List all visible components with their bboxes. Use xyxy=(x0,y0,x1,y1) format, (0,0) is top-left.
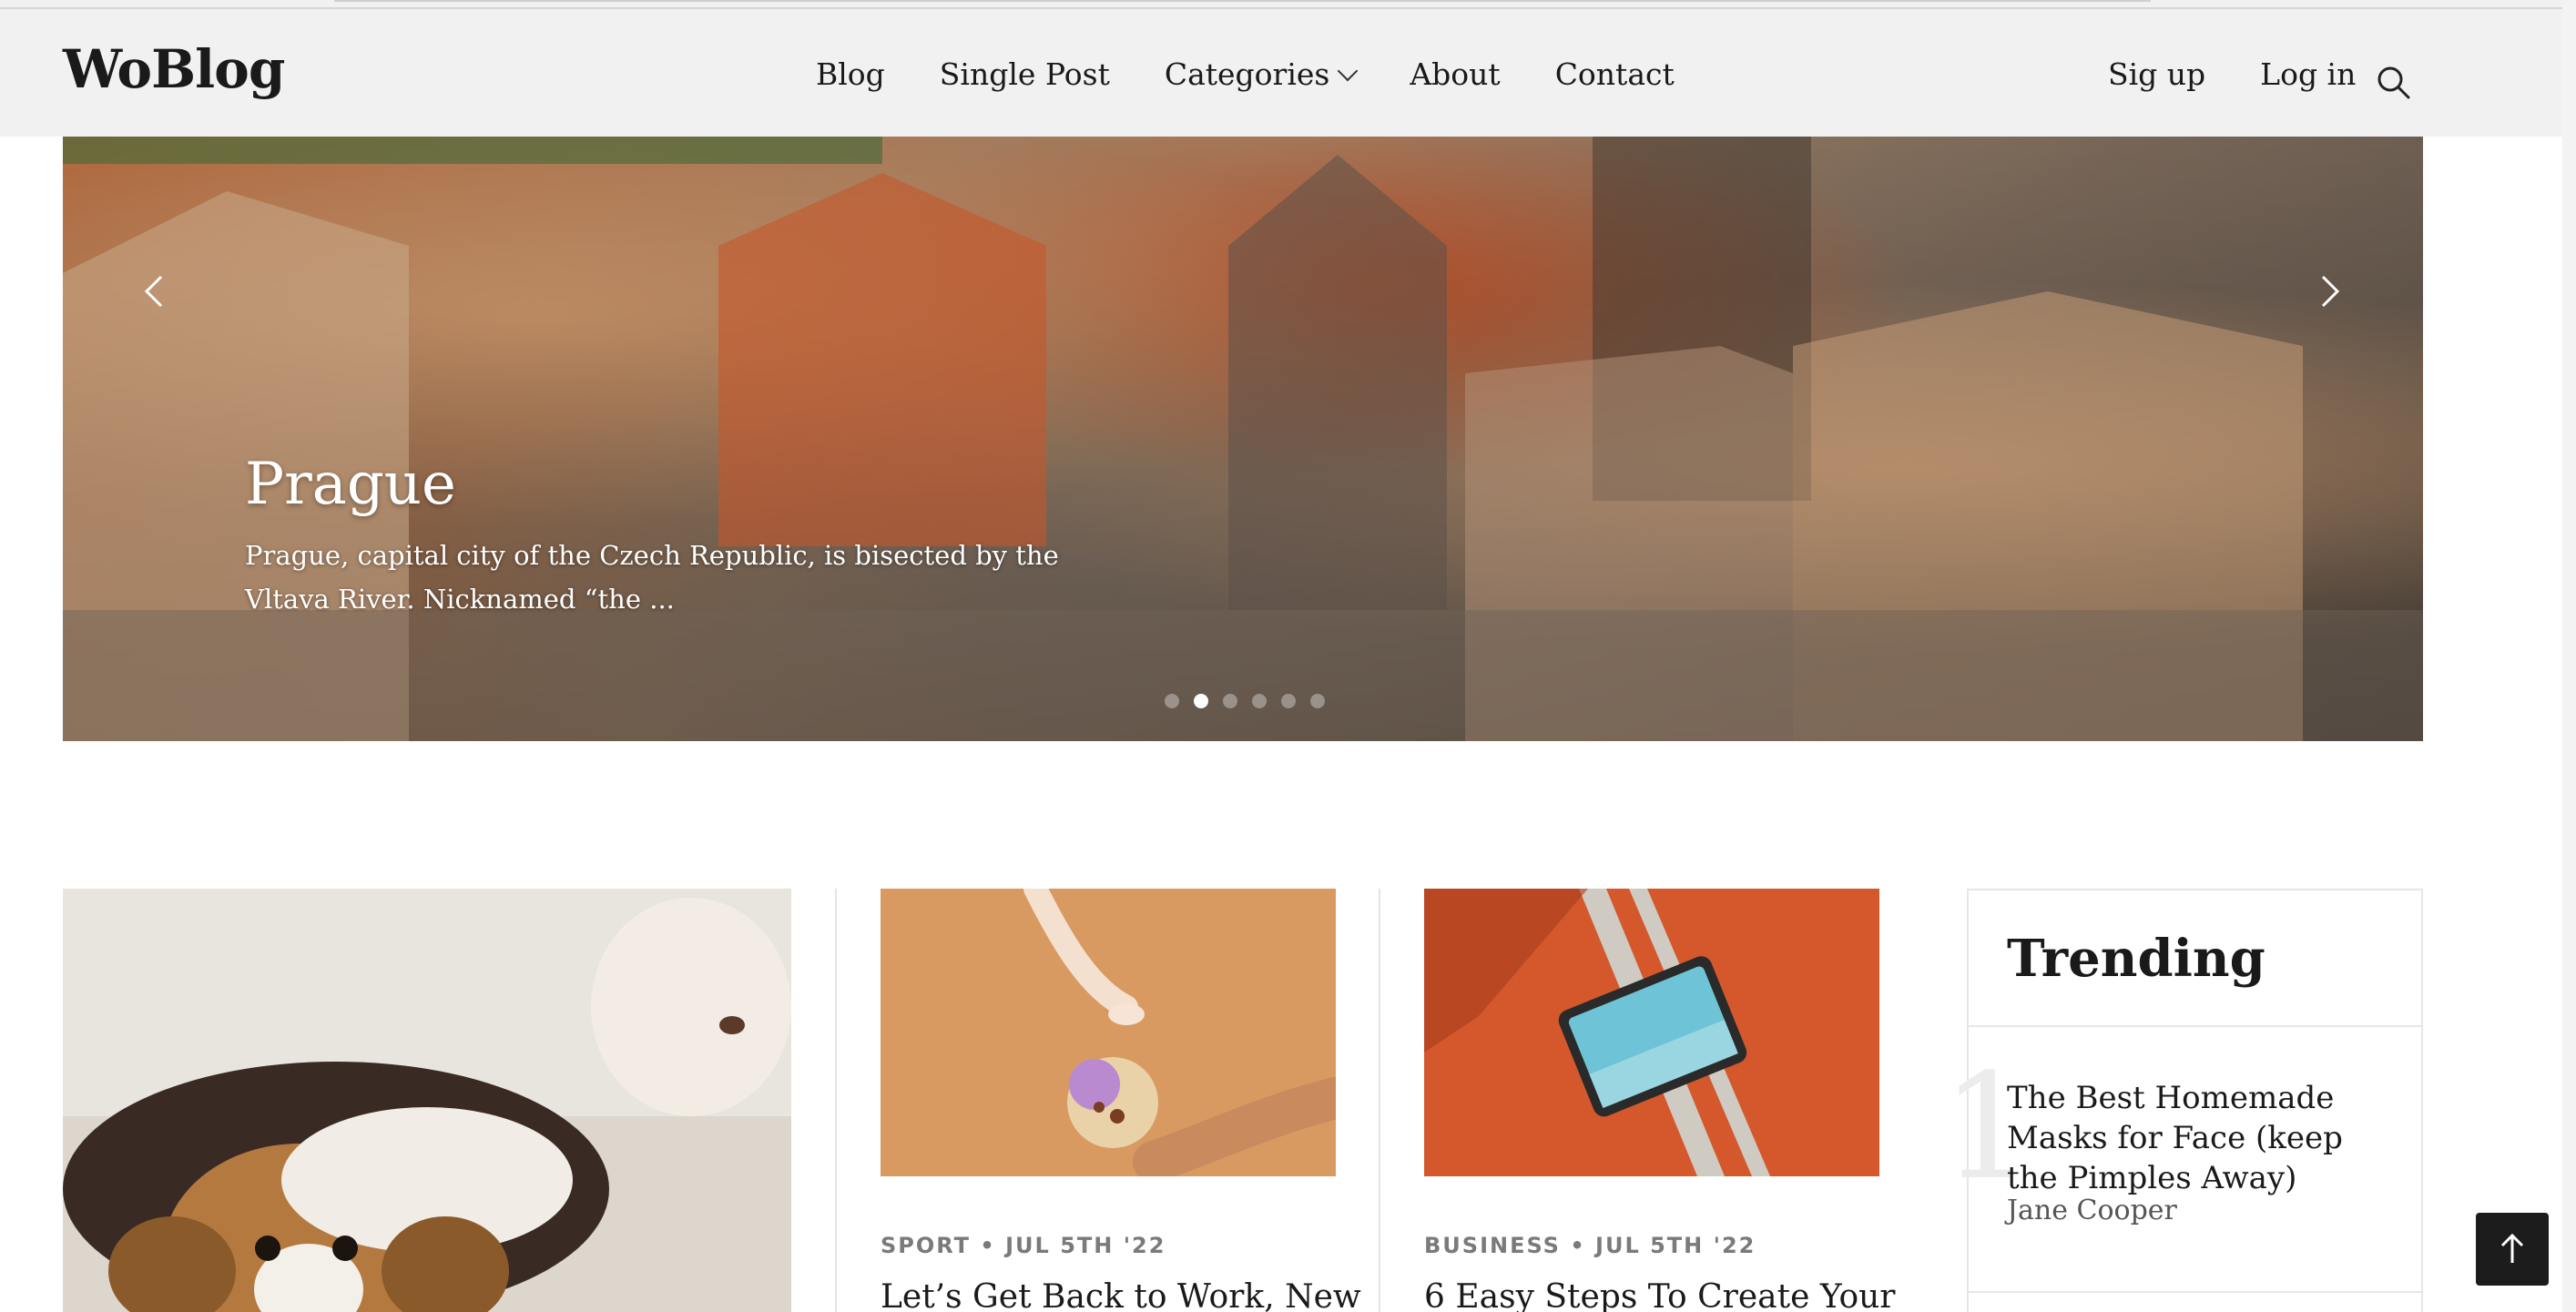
nav-about[interactable]: About xyxy=(1410,56,1500,92)
nav-contact[interactable]: Contact xyxy=(1555,56,1675,92)
hero-image xyxy=(63,137,2423,741)
post-title[interactable]: Let’s Get Back to Work, New xyxy=(881,1278,1361,1312)
back-to-top-button[interactable] xyxy=(2476,1213,2549,1286)
cupcake-illustration xyxy=(881,889,1336,1176)
main-nav: Blog Single Post Categories About Contac… xyxy=(816,56,1675,92)
post-date: JUL 5TH '22 xyxy=(1595,1233,1756,1258)
post-date: JUL 5TH '22 xyxy=(1005,1233,1166,1258)
slider-dot[interactable] xyxy=(1310,694,1325,708)
trending-widget: Trending 1 The Best Homemade Masks for F… xyxy=(1941,889,2423,1312)
auth-links: Sig up Log in xyxy=(2108,56,2356,92)
signup-link[interactable]: Sig up xyxy=(2108,56,2205,92)
slider-dot[interactable] xyxy=(1223,694,1237,708)
card-divider xyxy=(1379,889,1380,1312)
post-title[interactable]: 6 Easy Steps To Create Your xyxy=(1424,1278,1896,1312)
nav-categories-label: Categories xyxy=(1164,56,1330,92)
nav-single-post[interactable]: Single Post xyxy=(940,56,1110,92)
meta-separator: • xyxy=(980,1233,1006,1258)
slider-dot[interactable] xyxy=(1252,694,1267,708)
trending-item-author[interactable]: Jane Cooper xyxy=(2007,1195,2177,1226)
trending-divider xyxy=(1969,1291,2421,1293)
slider-dots xyxy=(1165,694,1325,708)
meta-separator: • xyxy=(1570,1233,1596,1258)
search-icon[interactable] xyxy=(2375,64,2411,100)
post-image-puppy[interactable] xyxy=(63,889,791,1312)
trending-item-title[interactable]: The Best Homemade Masks for Face (keep t… xyxy=(2007,1078,2398,1198)
slider-dot-active[interactable] xyxy=(1194,694,1208,708)
nav-blog[interactable]: Blog xyxy=(816,56,885,92)
slider-dot[interactable] xyxy=(1165,694,1179,708)
slider-dot[interactable] xyxy=(1281,694,1296,708)
post-category[interactable]: SPORT xyxy=(881,1233,971,1258)
site-logo[interactable]: WoBlog xyxy=(63,38,285,100)
post-image-cupcake[interactable] xyxy=(881,889,1336,1176)
trending-title: Trending xyxy=(2007,929,2265,989)
arrow-up-icon xyxy=(2500,1233,2524,1263)
login-link[interactable]: Log in xyxy=(2260,56,2356,92)
post-image-tablet[interactable] xyxy=(1424,889,1879,1176)
post-meta: BUSINESS • JUL 5TH '22 xyxy=(1424,1233,1756,1258)
hero-title[interactable]: Prague xyxy=(245,451,456,518)
post-category[interactable]: BUSINESS xyxy=(1424,1233,1561,1258)
site-header: WoBlog Blog Single Post Categories About… xyxy=(0,7,2576,137)
hero-slider: Prague Prague, capital city of the Czech… xyxy=(63,137,2423,741)
post-meta: SPORT • JUL 5TH '22 xyxy=(881,1233,1166,1258)
tablet-illustration xyxy=(1424,889,1879,1176)
card-divider xyxy=(835,889,837,1312)
hero-description: Prague, capital city of the Czech Republ… xyxy=(245,540,1059,615)
slider-next-arrow-icon[interactable] xyxy=(2303,264,2357,319)
puppy-illustration xyxy=(63,889,791,1312)
chevron-down-icon xyxy=(1338,60,1359,81)
slider-prev-arrow-icon[interactable] xyxy=(127,264,181,319)
nav-categories[interactable]: Categories xyxy=(1164,56,1359,92)
top-progress-line xyxy=(334,0,2151,2)
page-scrollbar[interactable] xyxy=(2562,0,2576,1312)
